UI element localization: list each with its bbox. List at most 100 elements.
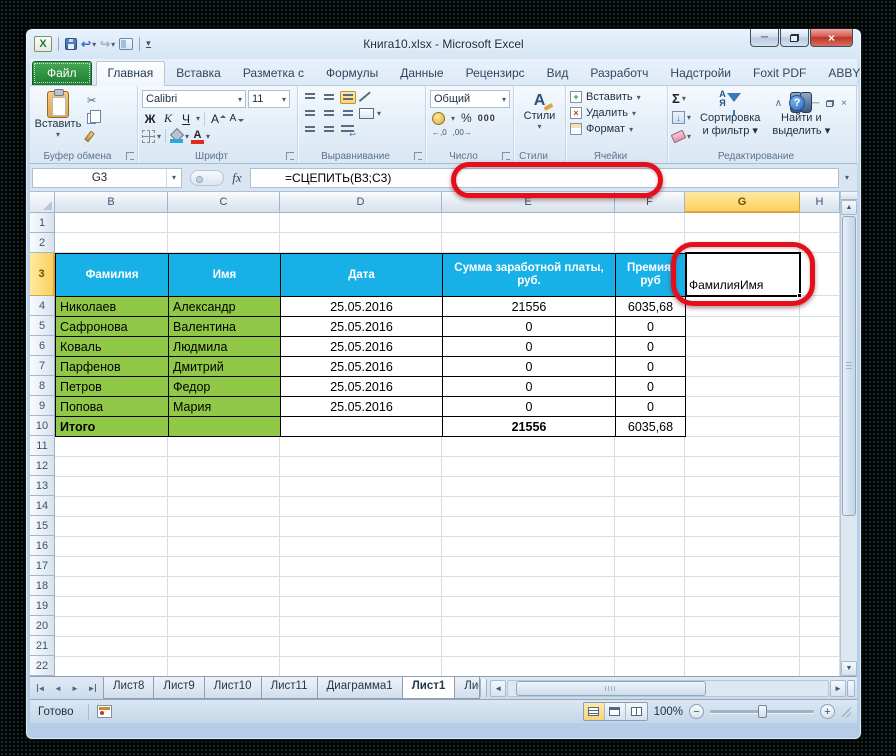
cell-name[interactable]: Мария [169,397,281,417]
cell-salary[interactable]: 0 [443,377,616,397]
cell-date[interactable]: 25.05.2016 [281,357,443,377]
zoom-out-button[interactable]: − [689,704,704,719]
increase-decimal-button[interactable]: ←,0 [432,128,447,137]
ribbon-tab[interactable]: Данные [389,62,454,85]
fill-button[interactable]: ↓ ▾ [672,109,691,126]
table-header-cell[interactable]: Дата [281,254,443,297]
sheet-tab[interactable]: Лис [454,677,480,699]
font-color-dropdown-icon[interactable]: ▾ [206,132,210,141]
cell-surname[interactable]: Попова [56,397,169,417]
row-header[interactable]: 8 [30,376,55,396]
vertical-split-handle[interactable] [841,192,857,200]
ribbon-tab[interactable]: Разработч [579,62,659,85]
ribbon-tab[interactable]: Надстройи [659,62,742,85]
row-header[interactable]: 15 [30,516,55,536]
row-header[interactable]: 16 [30,536,55,556]
cell-total-bonus[interactable]: 6035,68 [616,417,686,437]
font-family-combo[interactable]: Calibri ▾ [142,90,246,108]
percent-style-button[interactable]: % [461,111,472,125]
align-left-button[interactable] [302,107,318,120]
cell-bonus[interactable]: 6035,68 [616,297,686,317]
vertical-scrollbar[interactable]: ▲ ▼ [840,192,857,676]
scroll-right-button[interactable]: ► [830,680,846,697]
name-box[interactable]: G3 ▾ [32,168,182,188]
table-header-cell[interactable]: Имя [169,254,281,297]
clear-button[interactable]: ▾ [672,128,691,145]
table-header-cell[interactable]: Сумма заработной платы, руб. [443,254,616,297]
cell-total-date[interactable] [281,417,443,437]
horizontal-scroll-track[interactable] [507,680,829,697]
cell-date[interactable]: 25.05.2016 [281,377,443,397]
cell-surname[interactable]: Сафронова [56,317,169,337]
wrap-text-button[interactable] [340,123,355,136]
cell-surname[interactable]: Петров [56,377,169,397]
workbook-minimize-button[interactable]: ─ [812,98,819,109]
cell-bonus[interactable]: 0 [616,377,686,397]
zoom-slider-track[interactable] [710,710,814,713]
merge-dropdown-icon[interactable]: ▾ [377,109,381,118]
scroll-up-button[interactable]: ▲ [841,200,857,215]
normal-view-button[interactable] [584,703,605,720]
cell-salary[interactable]: 21556 [443,297,616,317]
align-bottom-button[interactable] [340,91,356,104]
page-break-view-button[interactable] [626,703,647,720]
workbook-close-button[interactable]: × [841,98,847,109]
row-header[interactable]: 14 [30,496,55,516]
row-header[interactable]: 18 [30,576,55,596]
insert-function-button[interactable]: fx [224,170,250,186]
zoom-level[interactable]: 100% [654,706,683,718]
vertical-scroll-track[interactable] [841,517,857,661]
collapse-ribbon-icon[interactable]: ∧ [775,98,782,109]
next-sheet-button[interactable]: ► [67,680,83,697]
cell-name[interactable]: Александр [169,297,281,317]
row-header[interactable]: 22 [30,656,55,676]
paste-dropdown-icon[interactable]: ▾ [56,130,60,139]
cell-name[interactable]: Людмила [169,337,281,357]
row-header[interactable]: 6 [30,336,55,356]
ribbon-tab[interactable]: Формулы [315,62,389,85]
formula-input[interactable]: =СЦЕПИТЬ(B3;C3) [250,168,839,188]
macro-record-icon[interactable] [97,705,112,718]
cell-total-name[interactable] [169,417,281,437]
cell-surname[interactable]: Коваль [56,337,169,357]
fill-color-button[interactable] [170,130,183,143]
row-header[interactable]: 21 [30,636,55,656]
fill-color-dropdown-icon[interactable]: ▾ [185,132,189,141]
autosum-button[interactable]: Σ ▾ [672,90,691,107]
sheet-tab[interactable]: Лист8 [103,677,154,699]
maximize-button[interactable] [780,29,809,47]
sheet-tab[interactable]: Лист10 [204,677,262,699]
underline-button[interactable]: Ч [178,110,194,127]
font-dialog-launcher[interactable] [286,152,294,160]
column-header[interactable]: H [800,192,840,213]
resize-grip[interactable] [841,707,851,717]
clipboard-dialog-launcher[interactable] [126,152,134,160]
styles-dropdown-icon[interactable]: ▾ [537,122,541,131]
cell-surname[interactable]: Парфенов [56,357,169,377]
accounting-dropdown-icon[interactable]: ▾ [451,114,455,123]
ribbon-tab[interactable]: Главная [96,61,166,86]
row-header[interactable]: 3 [30,253,55,296]
last-sheet-button[interactable]: ► [84,680,100,697]
cell-salary[interactable]: 0 [443,337,616,357]
help-button[interactable]: ? [789,95,805,111]
row-header[interactable]: 20 [30,616,55,636]
paste-button[interactable]: Вставить ▾ [34,90,82,147]
column-header[interactable]: D [280,192,442,213]
styles-button[interactable]: Стили [524,110,556,122]
alignment-dialog-launcher[interactable] [414,152,422,160]
cell-surname[interactable]: Николаев [56,297,169,317]
cell-total-salary[interactable]: 21556 [443,417,616,437]
font-color-button[interactable]: А [191,130,204,143]
page-layout-view-button[interactable] [605,703,626,720]
ribbon-tab[interactable]: Foxit PDF [742,62,817,85]
row-header[interactable]: 10 [30,416,55,436]
scroll-down-button[interactable]: ▼ [841,661,857,676]
orientation-button[interactable] [359,91,374,104]
row-header[interactable]: 5 [30,316,55,336]
row-header[interactable]: 7 [30,356,55,376]
shrink-font-button[interactable]: А [227,110,243,127]
grow-font-button[interactable]: А [209,110,225,127]
number-dialog-launcher[interactable] [502,152,510,160]
comma-style-button[interactable]: 000 [478,113,496,123]
